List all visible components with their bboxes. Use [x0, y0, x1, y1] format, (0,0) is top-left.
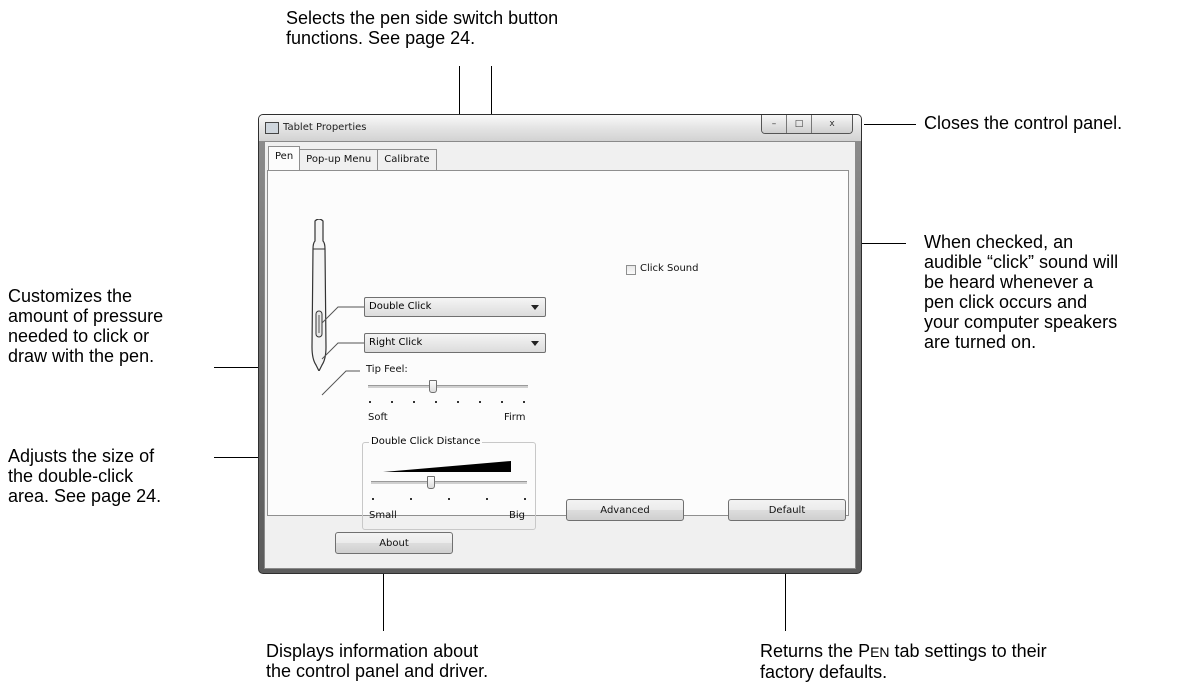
tip-feel-tick: [391, 401, 393, 403]
tip-feel-max-label: Firm: [504, 412, 526, 423]
double-click-tick: [448, 498, 450, 500]
click-sound-checkbox[interactable]: [626, 265, 636, 275]
double-click-max-label: Big: [509, 510, 525, 521]
pen-tab-panel: Double Click Right Click Tip Feel: Soft …: [267, 170, 849, 530]
double-click-distance-label: Double Click Distance: [369, 436, 483, 447]
callout-about: Displays information about the control p…: [266, 641, 489, 681]
tip-feel-tick: [435, 401, 437, 403]
tab-strip: Pen Pop-up Menu Calibrate: [268, 146, 437, 170]
tip-feel-tick: [413, 401, 415, 403]
tip-feel-slider-thumb[interactable]: [429, 380, 437, 393]
window-controls: – □ x: [761, 115, 853, 134]
callout-default: Returns the PEN tab settings to their fa…: [760, 641, 1047, 682]
tab-calibrate[interactable]: Calibrate: [377, 149, 437, 170]
upper-switch-dropdown[interactable]: Double Click: [364, 297, 546, 317]
title-bar[interactable]: Tablet Properties – □ x: [259, 115, 861, 141]
tip-feel-tick: [523, 401, 525, 403]
tip-feel-tick: [369, 401, 371, 403]
callout-click-sound: When checked, an audible “click” sound w…: [924, 232, 1119, 352]
tip-feel-tick: [457, 401, 459, 403]
tip-feel-slider-track[interactable]: [368, 385, 528, 388]
default-button[interactable]: Default: [728, 499, 846, 521]
callout-tip-feel: Customizes the amount of pressure needed…: [8, 286, 164, 366]
dialog-client-area: Pen Pop-up Menu Calibrate Double Click R…: [264, 141, 856, 569]
double-click-slider-thumb[interactable]: [427, 476, 435, 489]
leader-close: [864, 124, 916, 125]
double-click-tick: [372, 498, 374, 500]
tip-feel-min-label: Soft: [368, 412, 388, 423]
chevron-down-icon: [531, 341, 539, 346]
lower-switch-dropdown[interactable]: Right Click: [364, 333, 546, 353]
double-click-tick: [486, 498, 488, 500]
tip-feel-label: Tip Feel:: [366, 364, 408, 375]
tip-feel-tick: [479, 401, 481, 403]
callout-close: Closes the control panel.: [924, 113, 1123, 133]
tab-pen[interactable]: Pen: [268, 146, 301, 170]
minimize-button[interactable]: –: [762, 115, 786, 133]
double-click-tick: [410, 498, 412, 500]
double-click-slider-track[interactable]: [371, 481, 527, 484]
maximize-button[interactable]: □: [786, 115, 811, 133]
double-click-distance-group: Double Click Distance Small Big: [362, 436, 536, 530]
distance-wedge-graphic: [383, 461, 511, 472]
callout-double-click: Adjusts the size of the double-click are…: [8, 446, 162, 506]
about-button[interactable]: About: [335, 532, 453, 554]
click-sound-label: Click Sound: [640, 263, 699, 274]
window-app-icon: [265, 122, 279, 134]
tip-feel-tick: [501, 401, 503, 403]
close-button[interactable]: x: [811, 115, 852, 133]
window-title: Tablet Properties: [283, 122, 367, 133]
callout-pen-switch: Selects the pen side switch button funct…: [286, 8, 559, 48]
double-click-tick: [524, 498, 526, 500]
chevron-down-icon: [531, 305, 539, 310]
tablet-properties-window: Tablet Properties – □ x Pen Pop-up Menu …: [258, 114, 862, 574]
advanced-button[interactable]: Advanced: [566, 499, 684, 521]
tab-popup-menu[interactable]: Pop-up Menu: [299, 149, 379, 170]
double-click-min-label: Small: [369, 510, 397, 521]
